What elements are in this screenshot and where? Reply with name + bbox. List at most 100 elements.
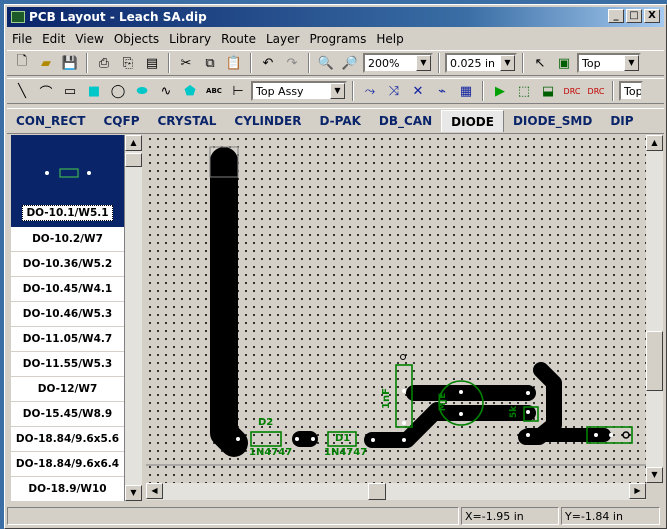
undo-icon[interactable]: ↶: [257, 52, 279, 74]
arc-tool-icon[interactable]: ⌒: [35, 80, 57, 102]
scroll-left-icon[interactable]: ◀: [146, 483, 163, 499]
menu-route[interactable]: Route: [216, 32, 261, 46]
pad-hole: [371, 438, 375, 442]
zoom-in-icon[interactable]: 🔍: [315, 52, 337, 74]
filled-rect-icon[interactable]: ■: [83, 80, 105, 102]
minimize-button[interactable]: _: [608, 9, 624, 23]
menu-objects[interactable]: Objects: [109, 32, 164, 46]
copy-icon[interactable]: ⧉: [199, 52, 221, 74]
menu-programs[interactable]: Programs: [304, 32, 371, 46]
tab-diode-smd[interactable]: DIODE_SMD: [504, 110, 601, 132]
drc-check-icon[interactable]: DRC: [561, 80, 583, 102]
part-list: DO-10.1/W5.1 DO-10.2/W7 DO-10.36/W5.2 DO…: [11, 135, 125, 501]
main-window: PCB Layout - Leach SA.dip _ □ X File Edi…: [4, 4, 667, 529]
status-message: [7, 507, 459, 525]
part-item[interactable]: DO-10.45/W4.1: [11, 277, 124, 302]
cut-icon[interactable]: ✂: [175, 52, 197, 74]
menu-help[interactable]: Help: [371, 32, 408, 46]
part-item[interactable]: DO-11.55/W5.3: [11, 352, 124, 377]
pcb-canvas[interactable]: D2 1N4747 D1 1N4747 1nF MJE 5k: [146, 135, 646, 483]
part-item[interactable]: DO-18.9/W10: [11, 477, 124, 501]
scroll-thumb[interactable]: [368, 483, 386, 500]
right-layer-select[interactable]: Top: [619, 81, 643, 101]
menu-edit[interactable]: Edit: [37, 32, 70, 46]
split-trace-icon[interactable]: ⌁: [431, 80, 453, 102]
open-folder-icon[interactable]: ▰: [35, 52, 57, 74]
close-button[interactable]: X: [644, 9, 660, 23]
scroll-thumb[interactable]: [125, 153, 142, 167]
pad-hole: [622, 431, 630, 439]
grid-value: 0.025 in: [450, 56, 496, 70]
menu-library[interactable]: Library: [164, 32, 216, 46]
tab-db-can[interactable]: DB_CAN: [370, 110, 441, 132]
canvas-vertical-scrollbar[interactable]: ▲ ▼: [646, 135, 663, 483]
part-item[interactable]: DO-10.46/W5.3: [11, 302, 124, 327]
chip-icon[interactable]: ▣: [553, 52, 575, 74]
part-item[interactable]: DO-15.45/W8.9: [11, 402, 124, 427]
polygon-tool-icon[interactable]: ⬟: [179, 80, 201, 102]
filled-circle-icon[interactable]: ⬬: [131, 80, 153, 102]
layer-select[interactable]: Top ▼: [577, 53, 641, 73]
menu-view[interactable]: View: [70, 32, 108, 46]
netlist-icon[interactable]: ⬓: [537, 80, 559, 102]
rect-tool-icon[interactable]: ▭: [59, 80, 81, 102]
part-item[interactable]: DO-18.84/9.6x6.4: [11, 452, 124, 477]
tab-dip[interactable]: DIP: [601, 110, 642, 132]
redo-icon[interactable]: ↷: [281, 52, 303, 74]
library-tab-bar: CON_RECT CQFP CRYSTAL CYLINDER D-PAK DB_…: [7, 108, 664, 134]
pad-hole: [311, 437, 315, 441]
zoom-select[interactable]: 200% ▼: [363, 53, 433, 73]
scroll-thumb[interactable]: [646, 331, 663, 391]
route-icon[interactable]: ⤳: [359, 80, 381, 102]
scroll-right-icon[interactable]: ▶: [629, 483, 646, 499]
selected-part-preview[interactable]: DO-10.1/W5.1: [11, 135, 124, 227]
part-item[interactable]: DO-10.36/W5.2: [11, 252, 124, 277]
tab-cqfp[interactable]: CQFP: [94, 110, 148, 132]
print-preview-icon[interactable]: ⎘: [117, 52, 139, 74]
save-icon[interactable]: 💾: [59, 52, 81, 74]
menu-layer[interactable]: Layer: [261, 32, 304, 46]
part-item[interactable]: DO-11.05/W4.7: [11, 327, 124, 352]
tab-cylinder[interactable]: CYLINDER: [225, 110, 310, 132]
run-icon[interactable]: ▶: [489, 80, 511, 102]
tab-diode[interactable]: DIODE: [441, 110, 504, 132]
scroll-up-icon[interactable]: ▲: [125, 135, 142, 151]
tab-crystal[interactable]: CRYSTAL: [148, 110, 225, 132]
tab-d-pak[interactable]: D-PAK: [310, 110, 369, 132]
page-icon[interactable]: ▤: [141, 52, 163, 74]
part-item[interactable]: DO-10.2/W7: [11, 227, 124, 252]
scroll-up-icon[interactable]: ▲: [646, 135, 663, 151]
part-list-scrollbar[interactable]: ▲ ▼: [125, 135, 142, 501]
ratsnest-icon[interactable]: ✕: [407, 80, 429, 102]
grid-select[interactable]: 0.025 in ▼: [445, 53, 517, 73]
print-icon[interactable]: ⎙: [93, 52, 115, 74]
line-tool-icon[interactable]: ╲: [11, 80, 33, 102]
circle-tool-icon[interactable]: ◯: [107, 80, 129, 102]
scroll-down-icon[interactable]: ▼: [125, 485, 142, 501]
export-icon[interactable]: ⬚: [513, 80, 535, 102]
autoroute-icon[interactable]: ⤨: [383, 80, 405, 102]
pad-hole: [594, 433, 598, 437]
selected-part-label: DO-10.1/W5.1: [22, 205, 113, 221]
main-toolbar: 🗋 ▰ 💾 ⎙ ⎘ ▤ ✂ ⧉ 📋 ↶ ↷ 🔍 🔎 200% ▼ 0.025 in…: [7, 50, 664, 76]
assy-layer-select[interactable]: Top Assy ▼: [251, 81, 347, 101]
canvas-horizontal-scrollbar[interactable]: ◀ ▶: [146, 483, 646, 500]
pointer-icon[interactable]: ↖: [529, 52, 551, 74]
polyline-tool-icon[interactable]: ∿: [155, 80, 177, 102]
drc-icon[interactable]: ▦: [455, 80, 477, 102]
drc-report-icon[interactable]: DRC: [585, 80, 607, 102]
dimension-tool-icon[interactable]: ⊢: [227, 80, 249, 102]
tab-con-rect[interactable]: CON_RECT: [7, 110, 94, 132]
part-item[interactable]: DO-18.84/9.6x5.6: [11, 427, 124, 452]
scroll-down-icon[interactable]: ▼: [646, 467, 663, 483]
paste-icon[interactable]: 📋: [223, 52, 245, 74]
new-file-icon[interactable]: 🗋: [11, 52, 33, 74]
text-tool-icon[interactable]: ABC: [203, 80, 225, 102]
zoom-out-icon[interactable]: 🔎: [339, 52, 361, 74]
window-title: PCB Layout - Leach SA.dip: [29, 10, 207, 24]
maximize-button[interactable]: □: [626, 9, 642, 23]
status-bar: X=-1.95 in Y=-1.84 in: [7, 505, 664, 527]
menu-file[interactable]: File: [7, 32, 37, 46]
part-item[interactable]: DO-12/W7: [11, 377, 124, 402]
d1-value-label: 1N4747: [324, 447, 368, 458]
